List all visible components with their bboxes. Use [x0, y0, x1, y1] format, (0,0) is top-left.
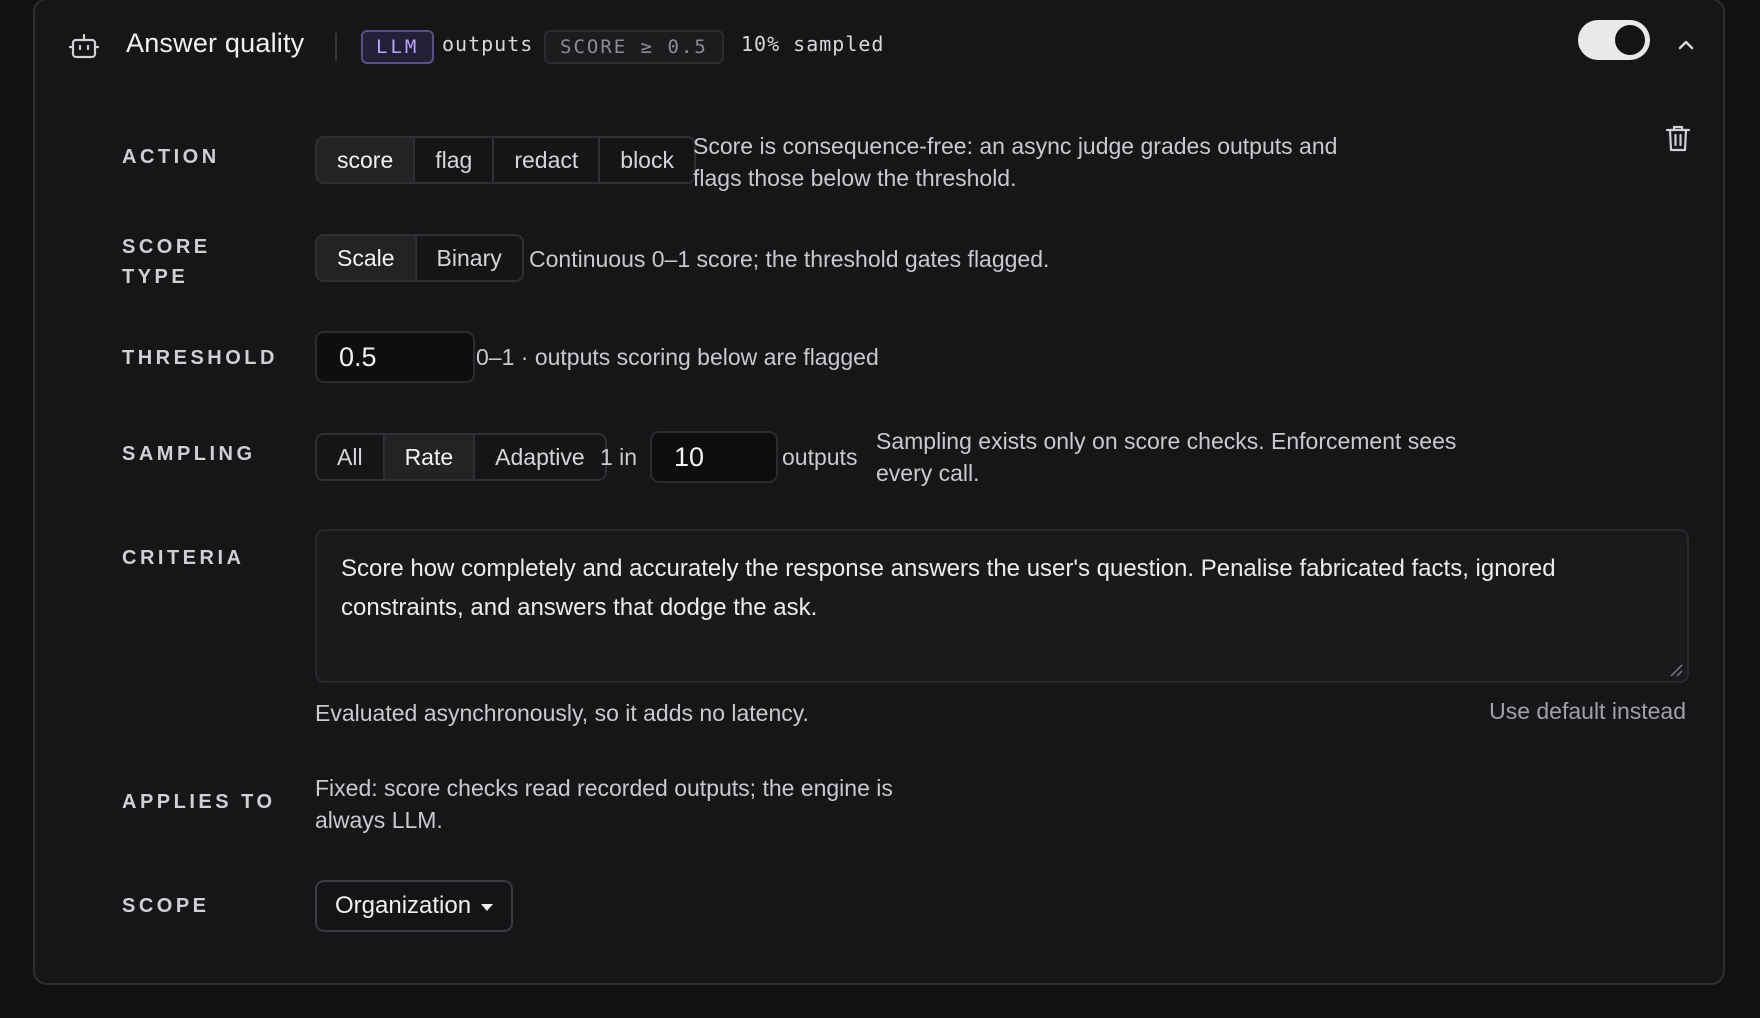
toggle-knob [1615, 25, 1645, 55]
score-type-option-scale[interactable]: Scale [317, 236, 417, 280]
sampling-description: Sampling exists only on score checks. En… [876, 428, 1457, 486]
score-type-description: Continuous 0–1 score; the threshold gate… [529, 246, 1050, 272]
target-text: outputs [442, 32, 534, 56]
trash-icon[interactable] [1664, 123, 1692, 153]
action-segmented-control: score flag redact block [315, 136, 696, 184]
sampling-prefix: 1 in [600, 444, 638, 470]
enable-toggle[interactable] [1578, 20, 1650, 60]
chevron-up-icon[interactable] [1675, 34, 1697, 56]
score-type-option-binary[interactable]: Binary [416, 236, 522, 280]
criteria-helper-text: Evaluated asynchronously, so it adds no … [315, 700, 809, 726]
action-option-block[interactable]: block [600, 138, 694, 182]
action-option-redact[interactable]: redact [494, 138, 601, 182]
action-label: ACTION [122, 146, 220, 168]
sampling-label: SAMPLING [122, 443, 256, 465]
sampling-rate-input[interactable]: 10 [650, 431, 778, 483]
header-divider [335, 33, 337, 61]
sampling-segmented-control: All Rate Adaptive [315, 433, 607, 481]
rule-header[interactable]: Answer quality LLM outputs SCORE ≥ 0.5 1… [35, 0, 1723, 92]
criteria-text: Score how completely and accurately the … [341, 555, 1556, 621]
sampled-text: 10% sampled [741, 32, 885, 56]
engine-badge: LLM [361, 30, 435, 64]
sampling-suffix: outputs [782, 444, 858, 470]
applies-to-description: Fixed: score checks read recorded output… [315, 775, 893, 833]
caret-down-icon [481, 904, 494, 911]
scope-value: Organization [335, 892, 472, 919]
action-description: Score is consequence-free: an async judg… [693, 133, 1338, 191]
sampling-option-adaptive[interactable]: Adaptive [475, 435, 605, 479]
threshold-input[interactable]: 0.5 [315, 331, 475, 383]
scope-label: SCOPE [122, 895, 210, 917]
applies-to-label: APPLIES TO [122, 791, 276, 813]
scope-dropdown[interactable]: Organization [315, 880, 514, 932]
rule-card: Answer quality LLM outputs SCORE ≥ 0.5 1… [33, 0, 1725, 985]
sampling-option-rate[interactable]: Rate [384, 435, 476, 479]
threshold-description: 0–1 · outputs scoring below are flagged [476, 344, 879, 370]
rule-title: Answer quality [126, 28, 305, 58]
score-type-segmented-control: Scale Binary [315, 234, 524, 282]
threshold-badge: SCORE ≥ 0.5 [544, 30, 724, 64]
action-option-flag[interactable]: flag [415, 138, 495, 182]
criteria-label: CRITERIA [122, 547, 245, 569]
robot-icon [68, 33, 100, 59]
criteria-textarea[interactable]: Score how completely and accurately the … [315, 529, 1689, 683]
use-default-link[interactable]: Use default instead [1489, 698, 1686, 725]
threshold-label: THRESHOLD [122, 347, 278, 369]
score-type-label: SCORE TYPE [122, 236, 211, 288]
action-option-score[interactable]: score [317, 138, 416, 182]
sampling-option-all[interactable]: All [317, 435, 385, 479]
resize-handle-icon[interactable] [1669, 663, 1683, 677]
